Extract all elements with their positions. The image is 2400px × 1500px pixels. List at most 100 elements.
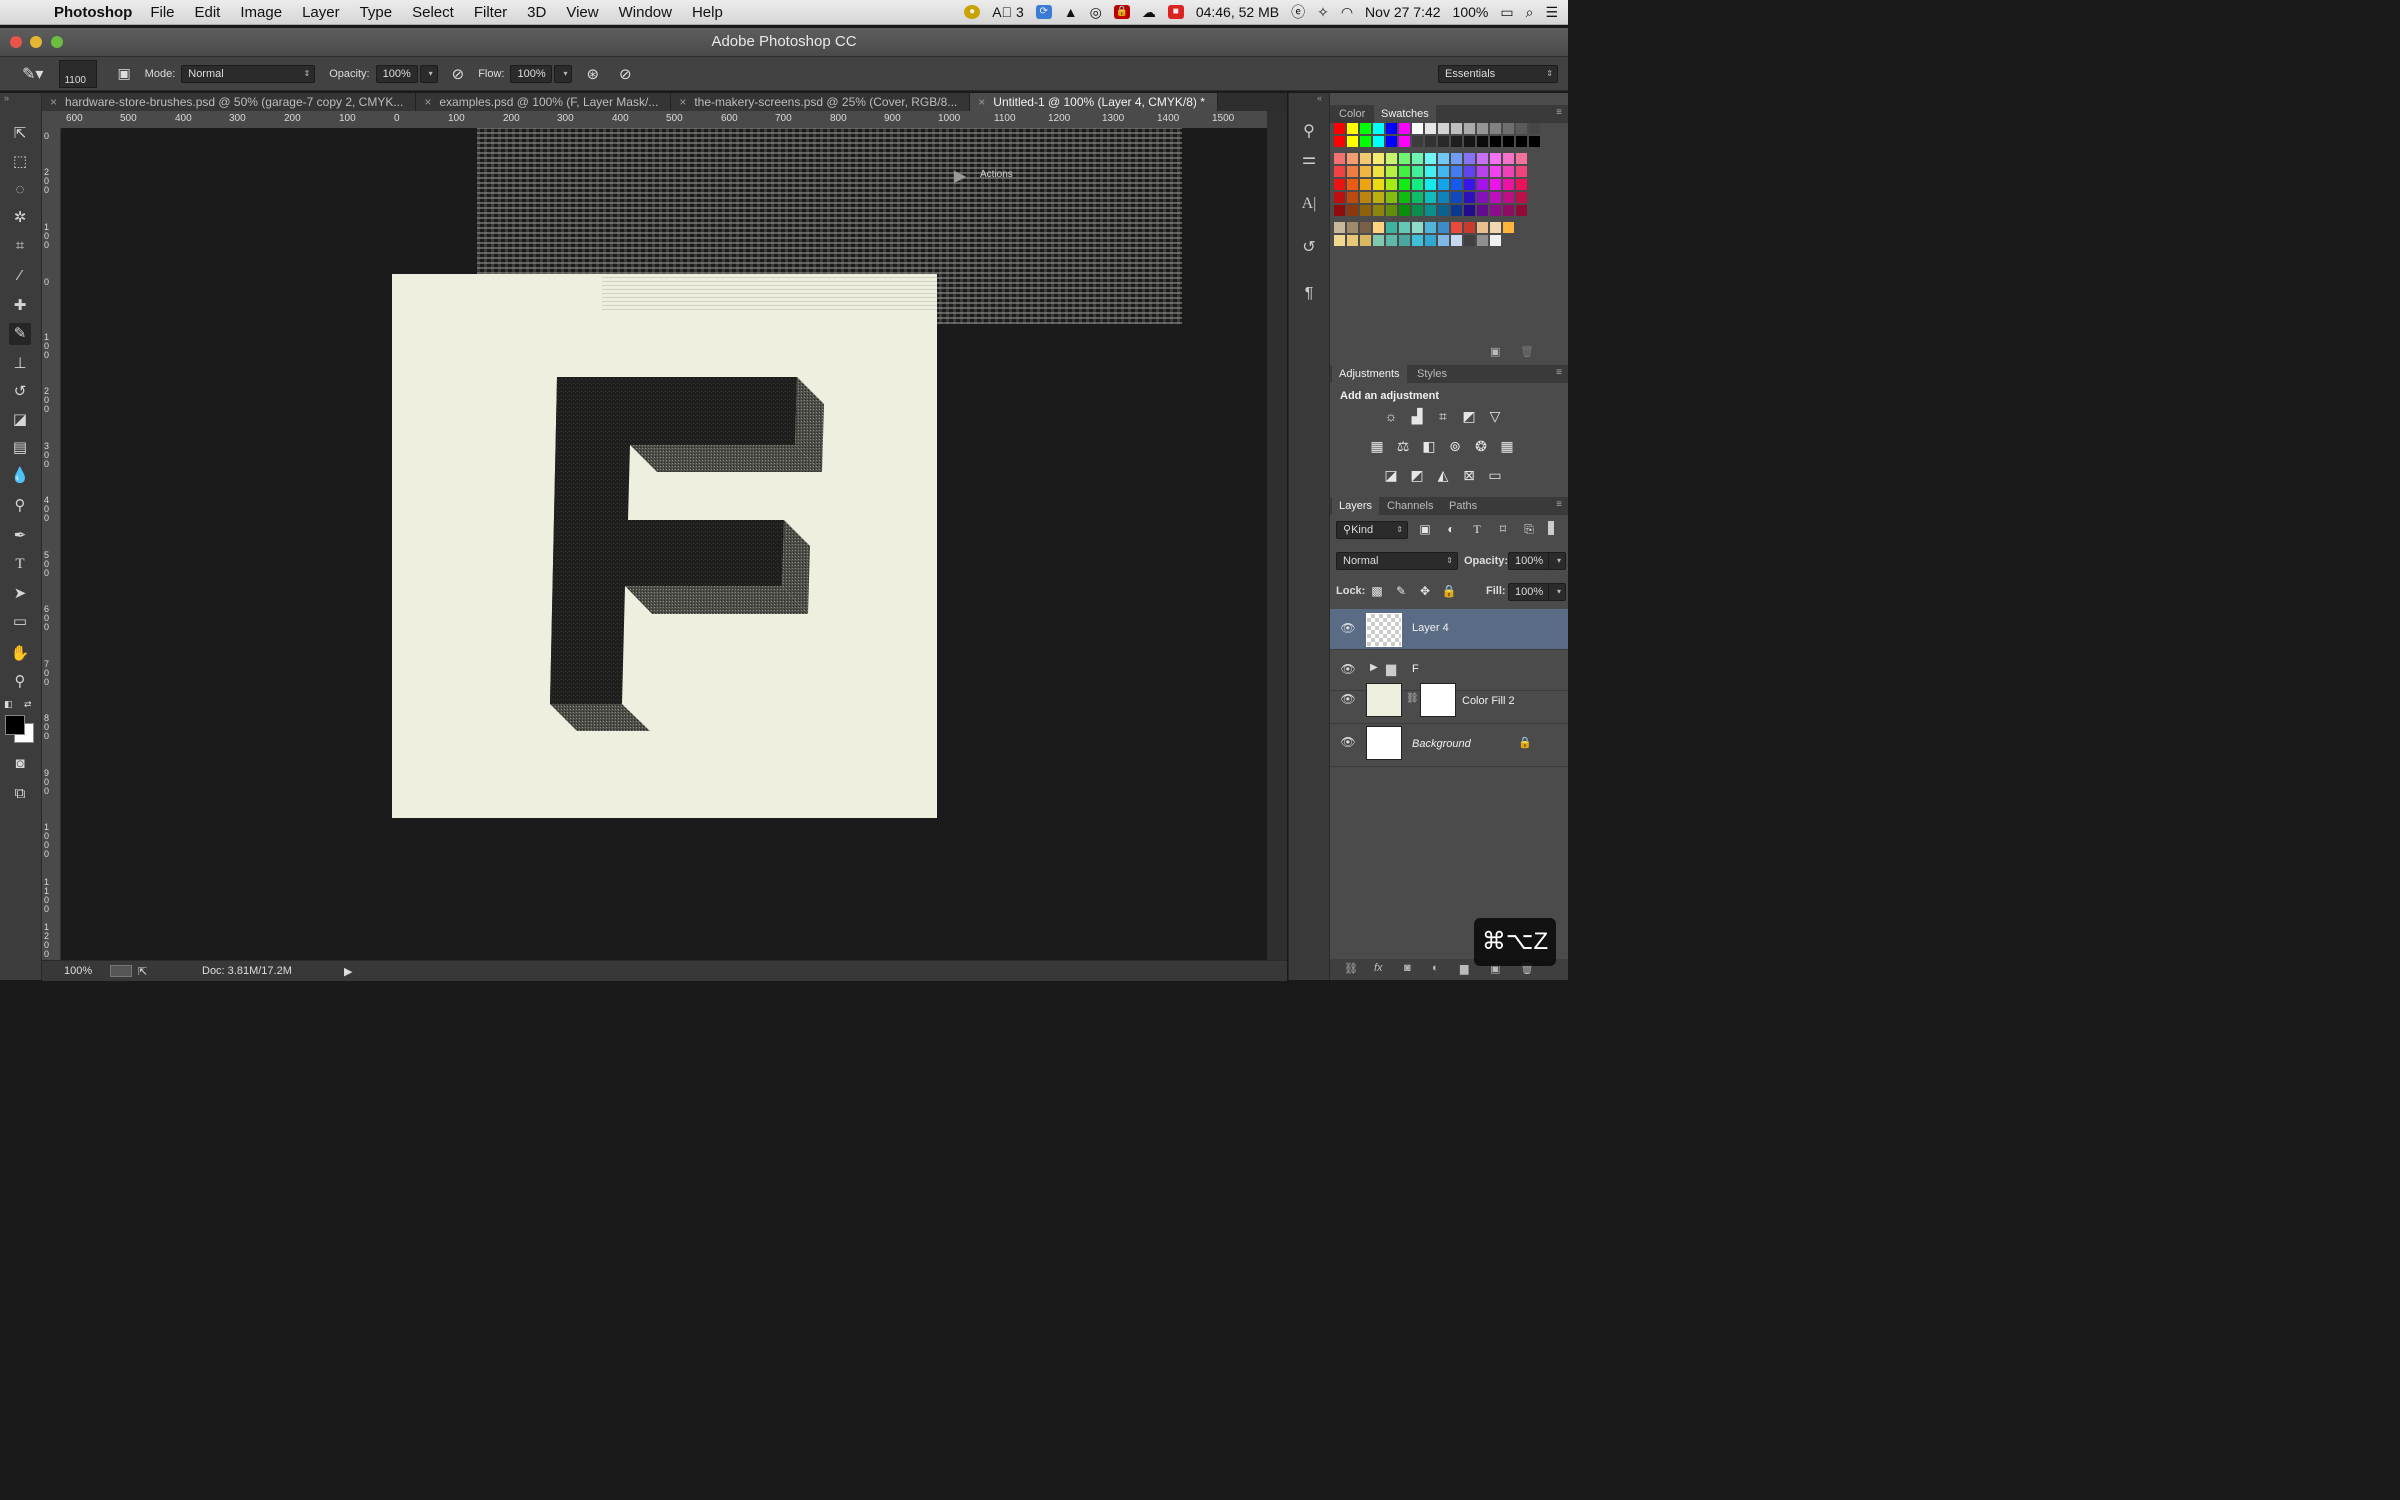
panel-menu-icon[interactable]: ≡	[1556, 107, 1562, 118]
swatch[interactable]	[1477, 123, 1488, 134]
history-brush-tool-icon[interactable]: ↺	[9, 381, 31, 403]
swatch[interactable]	[1360, 179, 1371, 190]
swatch[interactable]	[1464, 123, 1475, 134]
layer-mask-thumbnail[interactable]	[1420, 683, 1456, 717]
zoom-window-button[interactable]	[51, 36, 63, 48]
swatch[interactable]	[1386, 136, 1397, 147]
paragraph-panel-icon[interactable]: ¶	[1298, 283, 1320, 305]
flow-input[interactable]: 100%	[510, 64, 553, 83]
swatch[interactable]	[1399, 166, 1410, 177]
swatch[interactable]	[1399, 222, 1410, 233]
swatch[interactable]	[1464, 222, 1475, 233]
swatch[interactable]	[1425, 123, 1436, 134]
swatch[interactable]	[1477, 235, 1488, 246]
swatch[interactable]	[1490, 136, 1501, 147]
drive-icon[interactable]: ▲	[1064, 4, 1078, 20]
swatch[interactable]	[1477, 192, 1488, 203]
app-menu[interactable]: Photoshop	[54, 4, 132, 21]
document-tab[interactable]: × hardware-store-brushes.psd @ 50% (garag…	[42, 93, 417, 111]
clone-stamp-tool-icon[interactable]: ⊥	[9, 353, 31, 375]
swatch[interactable]	[1373, 235, 1384, 246]
swatch[interactable]	[1347, 166, 1358, 177]
swatch[interactable]	[1477, 153, 1488, 164]
swatch[interactable]	[1477, 179, 1488, 190]
swatch[interactable]	[1529, 136, 1540, 147]
filter-pixel-icon[interactable]: ▣	[1416, 521, 1434, 537]
tab-paths[interactable]: Paths	[1442, 497, 1484, 515]
swatch[interactable]	[1503, 153, 1514, 164]
swatch[interactable]	[1451, 222, 1462, 233]
menu-image[interactable]: Image	[240, 4, 282, 21]
swatch[interactable]	[1503, 136, 1514, 147]
new-group-icon[interactable]: ▆	[1460, 962, 1468, 975]
new-swatch-icon[interactable]: ▣	[1490, 345, 1500, 358]
swatch[interactable]	[1347, 136, 1358, 147]
sharing-icon[interactable]	[110, 965, 132, 977]
cloud-icon[interactable]: ☁	[1142, 4, 1156, 21]
opacity-input[interactable]: 100%	[375, 64, 418, 83]
swatch[interactable]	[1399, 136, 1410, 147]
swatch[interactable]	[1516, 123, 1527, 134]
lock-position-icon[interactable]: ✥	[1416, 583, 1434, 599]
swatch[interactable]	[1373, 166, 1384, 177]
pressure-size-icon[interactable]: ⊘	[619, 65, 632, 83]
menu-edit[interactable]: Edit	[195, 4, 221, 21]
close-tab-icon[interactable]: ×	[424, 95, 431, 109]
swatch[interactable]	[1412, 205, 1423, 216]
swatch[interactable]	[1464, 235, 1475, 246]
lock-transparent-pixels-icon[interactable]: ▩	[1368, 583, 1386, 599]
filter-toggle[interactable]	[1548, 521, 1554, 535]
swatch[interactable]	[1464, 153, 1475, 164]
swatch[interactable]	[1438, 222, 1449, 233]
brush-tool-preset-icon[interactable]: ✎▾	[22, 64, 43, 84]
swatch[interactable]	[1451, 153, 1462, 164]
swatch[interactable]	[1425, 179, 1436, 190]
swatch[interactable]	[1425, 192, 1436, 203]
battery-percent-text[interactable]: 100%	[1453, 4, 1489, 20]
swatch[interactable]	[1373, 153, 1384, 164]
mode-select[interactable]: Normal ⇕	[181, 64, 316, 83]
spotlight-search-icon[interactable]: ⌕	[1526, 4, 1534, 21]
swatch[interactable]	[1334, 136, 1345, 147]
swatch[interactable]	[1451, 192, 1462, 203]
collapse-panel-icon[interactable]: »	[4, 93, 9, 103]
workspace-switcher[interactable]: Essentials ⇕	[1438, 64, 1558, 83]
panel-menu-icon[interactable]: ≡	[1556, 499, 1562, 510]
document-tab-active[interactable]: × Untitled-1 @ 100% (Layer 4, CMYK/8) *	[970, 93, 1218, 111]
swatch[interactable]	[1386, 235, 1397, 246]
invert-icon[interactable]: ◪	[1382, 467, 1400, 483]
menu-type[interactable]: Type	[360, 4, 393, 21]
crop-tool-icon[interactable]: ⌗	[9, 235, 31, 257]
layer-filter-kind-select[interactable]: ⚲Kind ⇕	[1336, 521, 1408, 539]
tab-color[interactable]: Color	[1332, 105, 1372, 123]
swatch[interactable]	[1399, 153, 1410, 164]
swatch[interactable]	[1386, 179, 1397, 190]
swatch[interactable]	[1360, 153, 1371, 164]
menu-layer[interactable]: Layer	[302, 4, 340, 21]
swatch[interactable]	[1503, 123, 1514, 134]
clock-text[interactable]: Nov 27 7:42	[1365, 4, 1441, 20]
swatch[interactable]	[1451, 136, 1462, 147]
healing-brush-tool-icon[interactable]: ✚	[9, 295, 31, 317]
blur-tool-icon[interactable]: 💧	[9, 465, 31, 487]
filter-smart-object-icon[interactable]: ⎘	[1520, 521, 1538, 537]
filter-shape-icon[interactable]: ⌑	[1494, 521, 1512, 537]
filter-adjustment-icon[interactable]: ◐	[1442, 521, 1460, 537]
swatch[interactable]	[1386, 166, 1397, 177]
swatch[interactable]	[1490, 235, 1501, 246]
swatch[interactable]	[1477, 136, 1488, 147]
status-circle-icon[interactable]: ●	[964, 5, 981, 19]
text-expander-icon[interactable]: ⓔ	[1291, 2, 1305, 22]
swatch[interactable]	[1360, 192, 1371, 203]
quick-mask-icon[interactable]: ◙	[9, 753, 31, 775]
filter-type-icon[interactable]: T	[1468, 521, 1486, 537]
opacity-dropdown[interactable]: ▾	[419, 64, 438, 83]
swatch[interactable]	[1477, 205, 1488, 216]
path-selection-tool-icon[interactable]: ➤	[9, 583, 31, 605]
marquee-tool-icon[interactable]: ⬚	[9, 151, 31, 173]
hand-tool-icon[interactable]: ✋	[9, 643, 31, 665]
layer-style-fx-icon[interactable]: fx	[1374, 962, 1383, 974]
swatch[interactable]	[1490, 192, 1501, 203]
curves-icon[interactable]: ⌗	[1434, 408, 1452, 424]
notification-center-icon[interactable]: ☰	[1545, 4, 1558, 21]
